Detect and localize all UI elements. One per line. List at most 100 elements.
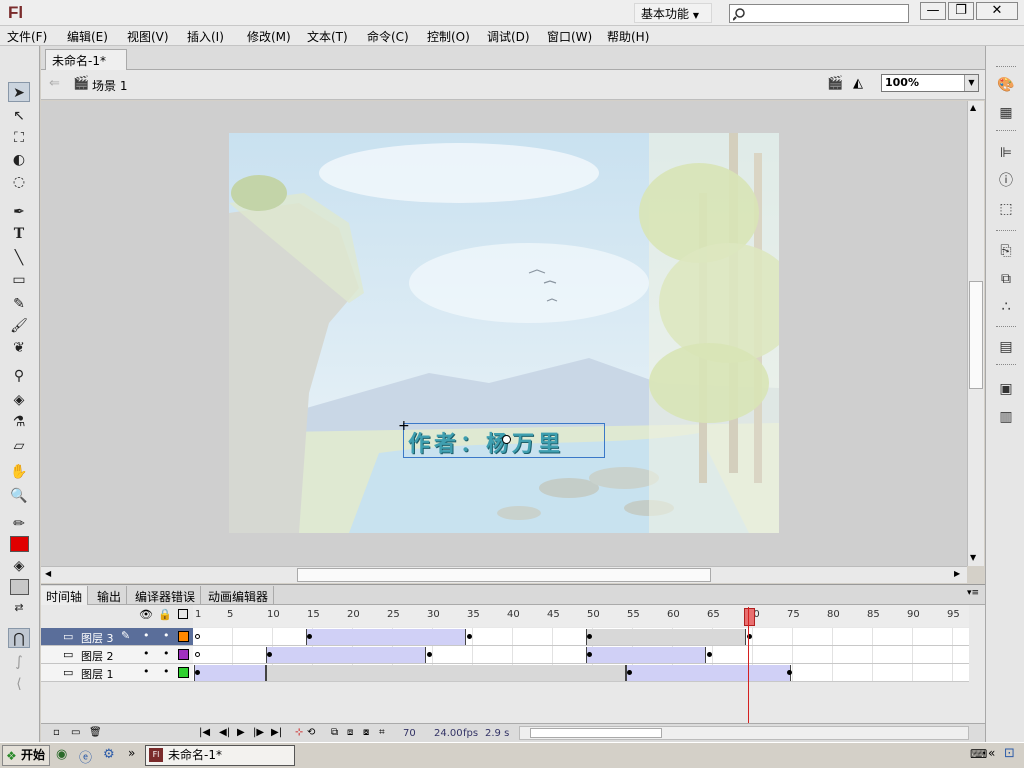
- transform-panel-icon[interactable]: ⬚: [996, 200, 1016, 218]
- eraser-tool-icon[interactable]: ▱: [8, 436, 30, 456]
- straighten-icon[interactable]: ⟨: [8, 674, 30, 694]
- swap-colors-icon[interactable]: ⇄: [8, 598, 30, 618]
- tween-span[interactable]: [626, 665, 791, 681]
- text-tool-icon[interactable]: T: [8, 224, 30, 244]
- visibility-dot[interactable]: •: [143, 647, 150, 660]
- new-folder-icon[interactable]: ▭: [71, 727, 80, 738]
- back-arrow-icon[interactable]: ⇐: [49, 76, 60, 91]
- new-layer-icon[interactable]: ▫: [53, 727, 60, 738]
- menu-control[interactable]: 控制(O): [427, 28, 470, 45]
- keyframe[interactable]: [307, 634, 312, 639]
- scroll-up-icon[interactable]: ▲: [970, 103, 976, 112]
- snap-magnet-icon[interactable]: ⋂: [8, 628, 30, 648]
- lock-dot[interactable]: •: [163, 629, 170, 642]
- keyframe[interactable]: [467, 634, 472, 639]
- tab-motion-editor[interactable]: 动画编辑器: [203, 586, 275, 605]
- vertical-scrollbar[interactable]: ▲ ▼: [967, 101, 984, 566]
- playhead-handle[interactable]: [744, 608, 755, 626]
- lasso-tool-icon[interactable]: ◌: [8, 172, 30, 192]
- tab-compiler-errors[interactable]: 编译器错误: [130, 586, 202, 605]
- keyframe[interactable]: [587, 634, 592, 639]
- menu-debug[interactable]: 调试(D): [487, 28, 530, 45]
- loop-icon[interactable]: ⟲: [307, 727, 315, 738]
- scene-label[interactable]: 场景 1: [92, 77, 127, 94]
- layer-row[interactable]: ▭ 图层 3 ✎ • •: [41, 628, 193, 646]
- browser-icon[interactable]: ◉: [56, 747, 67, 762]
- expand-tray-icon[interactable]: «: [988, 746, 995, 760]
- menu-view[interactable]: 视图(V): [127, 28, 169, 45]
- keyframe[interactable]: [195, 670, 200, 675]
- static-span[interactable]: [586, 629, 746, 645]
- subselection-tool-icon[interactable]: ↖: [8, 106, 30, 126]
- visibility-dot[interactable]: •: [143, 629, 150, 642]
- tween-span[interactable]: [586, 647, 706, 663]
- fill-color-icon[interactable]: ◈: [8, 556, 30, 576]
- fill-color-swatch[interactable]: [10, 579, 29, 595]
- delete-layer-icon[interactable]: 🗑: [89, 727, 102, 738]
- edit-symbols-icon[interactable]: ◭: [853, 76, 863, 91]
- keyframe[interactable]: [427, 652, 432, 657]
- center-frame-icon[interactable]: ⊹: [295, 727, 303, 738]
- menu-edit[interactable]: 编辑(E): [67, 28, 108, 45]
- lock-all-layers-icon[interactable]: 🔒: [158, 608, 172, 621]
- keyboard-icon[interactable]: ⌨: [970, 747, 987, 761]
- tween-span[interactable]: [194, 665, 266, 681]
- restore-button[interactable]: ❐: [948, 2, 974, 20]
- go-to-last-frame-icon[interactable]: ▶|: [271, 727, 282, 738]
- workspace-switcher[interactable]: 基本功能 ▼: [634, 3, 712, 23]
- stroke-color-icon[interactable]: ✏: [8, 514, 30, 534]
- layer-color-swatch[interactable]: [178, 631, 189, 642]
- static-span[interactable]: [266, 665, 626, 681]
- outline-all-layers-icon[interactable]: [178, 609, 188, 619]
- show-all-layers-icon[interactable]: 👁: [139, 608, 153, 621]
- free-transform-tool-icon[interactable]: ⛶: [8, 128, 30, 148]
- keyframe[interactable]: [707, 652, 712, 657]
- tab-output[interactable]: 输出: [92, 586, 128, 605]
- onion-markers-icon[interactable]: ⌗: [379, 727, 385, 738]
- menu-window[interactable]: 窗口(W): [547, 28, 592, 45]
- keyframe[interactable]: [627, 670, 632, 675]
- edit-scene-icon[interactable]: 🎬: [827, 76, 843, 91]
- menu-insert[interactable]: 插入(I): [187, 28, 224, 45]
- tween-span[interactable]: [266, 647, 426, 663]
- project-panel-icon[interactable]: ▤: [996, 338, 1016, 356]
- frame-row[interactable]: [193, 664, 969, 682]
- layer-color-swatch[interactable]: [178, 649, 189, 660]
- smooth-icon[interactable]: ∫: [8, 652, 30, 672]
- minimize-button[interactable]: —: [920, 2, 946, 20]
- horizontal-scrollbar[interactable]: ◀ ▶: [41, 566, 967, 583]
- close-button[interactable]: ✕: [976, 2, 1018, 20]
- keyframe[interactable]: [195, 652, 200, 657]
- code-snippets-icon[interactable]: ⎘: [996, 242, 1016, 260]
- stroke-color-swatch[interactable]: [10, 536, 29, 552]
- stage[interactable]: 作者：杨万里 +: [229, 133, 779, 533]
- pencil-tool-icon[interactable]: ✎: [8, 294, 30, 314]
- selection-tool-icon[interactable]: ➤: [8, 82, 30, 102]
- onion-skin-icon[interactable]: ⧉: [331, 727, 338, 738]
- tab-timeline[interactable]: 时间轴: [41, 586, 89, 605]
- scroll-left-icon[interactable]: ◀: [45, 569, 51, 578]
- deco-tool-icon[interactable]: ❦: [8, 338, 30, 358]
- line-tool-icon[interactable]: ╲: [8, 248, 30, 268]
- taskbar-item[interactable]: Fl 未命名-1*: [145, 745, 295, 766]
- movie-explorer-icon[interactable]: ▥: [996, 408, 1016, 426]
- eyedropper-tool-icon[interactable]: ⚗: [8, 412, 30, 432]
- layer-row[interactable]: ▭ 图层 2 • •: [41, 646, 193, 664]
- align-panel-icon[interactable]: ⊫: [996, 144, 1016, 162]
- 3d-rotation-tool-icon[interactable]: ◐: [8, 150, 30, 170]
- timeline-hscroll[interactable]: [519, 726, 969, 740]
- frame-row[interactable]: [193, 628, 969, 646]
- brush-tool-icon[interactable]: 🖌: [8, 316, 30, 336]
- start-button[interactable]: ❖ 开始: [2, 745, 50, 766]
- vertical-scroll-thumb[interactable]: [969, 281, 983, 389]
- keyframe[interactable]: [787, 670, 792, 675]
- pen-tool-icon[interactable]: ✒: [8, 202, 30, 222]
- lock-dot[interactable]: •: [163, 647, 170, 660]
- onion-outline-icon[interactable]: ⧈: [347, 727, 353, 738]
- timeline-scroll-thumb[interactable]: [530, 728, 662, 738]
- layer-name[interactable]: 图层 3: [81, 630, 114, 646]
- keyframe[interactable]: [195, 634, 200, 639]
- keyframe[interactable]: [587, 652, 592, 657]
- document-tab[interactable]: 未命名-1* ✕: [45, 49, 127, 83]
- canvas-area[interactable]: 作者：杨万里 +: [41, 101, 967, 566]
